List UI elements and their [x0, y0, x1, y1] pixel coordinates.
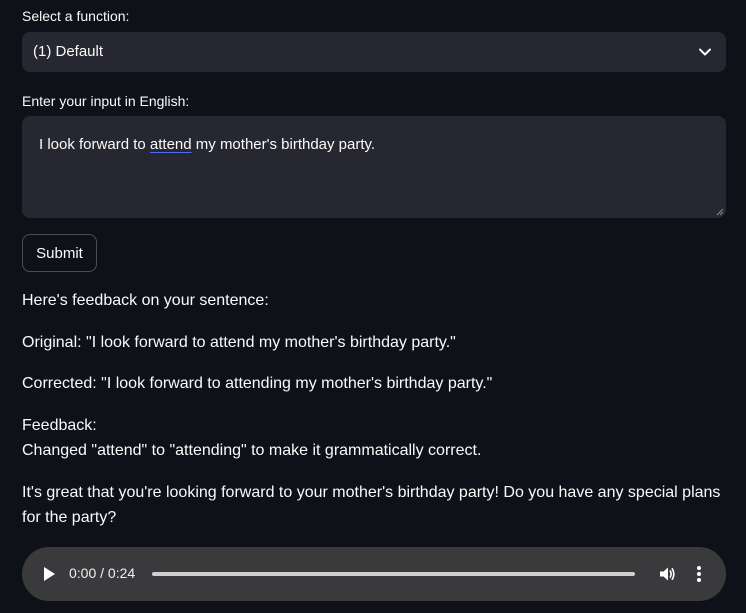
audio-time: 0:00 / 0:24: [69, 565, 136, 581]
function-select-value: (1) Default: [33, 43, 104, 60]
volume-icon[interactable]: [658, 565, 676, 583]
function-select-label: Select a function:: [22, 8, 130, 24]
more-options-icon[interactable]: [696, 565, 702, 583]
spellcheck-flagged-word: attend: [149, 136, 192, 153]
input-text-before: I look forward to: [39, 136, 150, 153]
submit-button[interactable]: Submit: [22, 234, 97, 272]
input-text-after: my mother's birthday party.: [191, 136, 376, 153]
app-main: Select a function: (1) Default Enter you…: [0, 0, 746, 613]
english-input-label: Enter your input in English:: [22, 93, 190, 109]
function-select[interactable]: (1) Default: [22, 32, 726, 72]
feedback-intro: Here's feedback on your sentence:: [22, 292, 269, 309]
english-input-textarea[interactable]: I look forward to attend my mother's bir…: [22, 116, 726, 218]
resize-handle-icon[interactable]: [716, 208, 724, 216]
chevron-down-icon: [699, 48, 711, 56]
feedback-closing: It's great that you're looking forward t…: [22, 484, 721, 526]
audio-progress-bar[interactable]: [152, 572, 635, 576]
english-input-text: I look forward to attend my mother's bir…: [39, 136, 375, 153]
play-icon[interactable]: [42, 566, 56, 582]
feedback-detail: Changed "attend" to "attending" to make …: [22, 442, 482, 459]
feedback-original: Original: "I look forward to attend my m…: [22, 334, 456, 351]
feedback-corrected: Corrected: "I look forward to attending …: [22, 375, 493, 392]
audio-player: 0:00 / 0:24: [22, 547, 726, 601]
feedback-heading: Feedback:: [22, 417, 97, 434]
